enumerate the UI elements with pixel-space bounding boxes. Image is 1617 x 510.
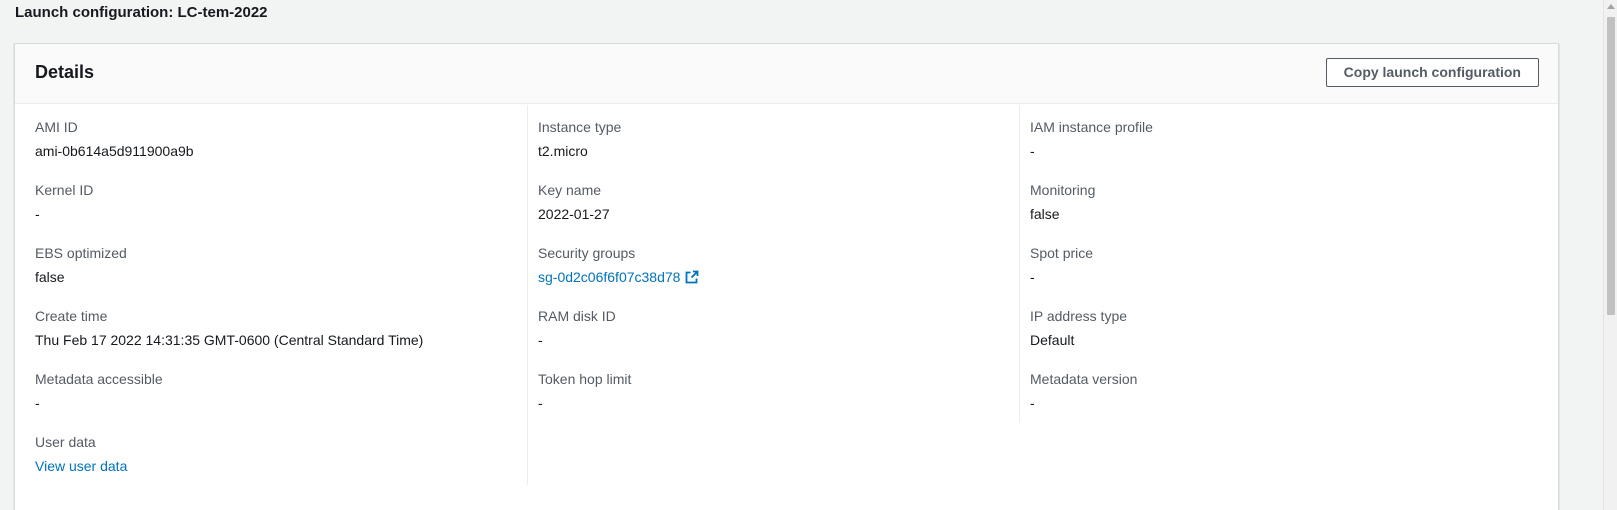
field-label: Key name — [538, 182, 602, 198]
field-iam-instance-profile: IAM instance profile - — [1030, 105, 1511, 168]
field-value: Thu Feb 17 2022 14:31:35 GMT-0600 (Centr… — [35, 332, 424, 348]
field-kernel-id: Kernel ID - — [35, 168, 527, 231]
details-column-2: Instance type t2.micro Key name 2022-01-… — [527, 105, 1019, 485]
field-ram-disk-id: RAM disk ID - — [538, 294, 1019, 357]
scroll-up-arrow-icon[interactable] — [1607, 4, 1615, 9]
field-label: EBS optimized — [35, 245, 127, 261]
vertical-scrollbar[interactable] — [1603, 0, 1617, 510]
field-value: false — [35, 269, 65, 285]
field-label: User data — [35, 434, 96, 450]
field-instance-type: Instance type t2.micro — [538, 105, 1019, 168]
page-title: Launch configuration: LC-tem-2022 — [15, 4, 268, 21]
field-create-time: Create time Thu Feb 17 2022 14:31:35 GMT… — [35, 294, 527, 357]
field-label: AMI ID — [35, 119, 78, 135]
field-value-wrapper: View user data — [35, 457, 127, 475]
field-label: Token hop limit — [538, 371, 632, 387]
field-label: Instance type — [538, 119, 622, 135]
field-value: - — [35, 206, 40, 222]
field-value: false — [1030, 206, 1060, 222]
copy-launch-configuration-button[interactable]: Copy launch configuration — [1325, 58, 1539, 87]
field-label: Security groups — [538, 245, 636, 261]
field-value: - — [538, 332, 543, 348]
field-metadata-accessible: Metadata accessible - — [35, 357, 527, 420]
field-label: Metadata version — [1030, 371, 1138, 387]
field-value-wrapper: sg-0d2c06f6f07c38d78 — [538, 268, 699, 288]
field-label: Monitoring — [1030, 182, 1096, 198]
field-value: ami-0b614a5d911900a9b — [35, 143, 194, 159]
field-key-name: Key name 2022-01-27 — [538, 168, 1019, 231]
field-label: Metadata accessible — [35, 371, 163, 387]
field-monitoring: Monitoring false — [1030, 168, 1511, 231]
field-label: IP address type — [1030, 308, 1128, 324]
field-value: - — [538, 395, 543, 411]
security-group-link[interactable]: sg-0d2c06f6f07c38d78 — [538, 269, 680, 285]
field-value: t2.micro — [538, 143, 588, 159]
details-panel: Details Copy launch configuration AMI ID… — [14, 43, 1559, 510]
field-label: RAM disk ID — [538, 308, 616, 324]
field-label: Spot price — [1030, 245, 1094, 261]
field-token-hop-limit: Token hop limit - — [538, 357, 1019, 420]
field-value: - — [1030, 143, 1035, 159]
field-security-groups: Security groups sg-0d2c06f6f07c38d78 — [538, 231, 1019, 294]
scrollbar-thumb[interactable] — [1607, 17, 1615, 315]
field-value: 2022-01-27 — [538, 206, 610, 222]
field-value: - — [1030, 395, 1035, 411]
field-value: - — [1030, 269, 1035, 285]
field-value: Default — [1030, 332, 1075, 348]
details-panel-header: Details Copy launch configuration — [15, 44, 1558, 104]
field-label: Create time — [35, 308, 108, 324]
details-column-1: AMI ID ami-0b614a5d911900a9b Kernel ID -… — [35, 105, 527, 483]
details-column-3: IAM instance profile - Monitoring false … — [1019, 105, 1511, 422]
field-ip-address-type: IP address type Default — [1030, 294, 1511, 357]
field-spot-price: Spot price - — [1030, 231, 1511, 294]
external-link-icon[interactable] — [685, 270, 699, 288]
field-ebs-optimized: EBS optimized false — [35, 231, 527, 294]
field-value: - — [35, 395, 40, 411]
field-user-data: User data View user data — [35, 420, 527, 483]
view-user-data-link[interactable]: View user data — [35, 458, 127, 474]
field-label: Kernel ID — [35, 182, 94, 198]
launch-configuration-page: Launch configuration: LC-tem-2022 Detail… — [0, 0, 1617, 510]
details-columns: AMI ID ami-0b614a5d911900a9b Kernel ID -… — [15, 105, 1558, 485]
field-label: IAM instance profile — [1030, 119, 1153, 135]
field-ami-id: AMI ID ami-0b614a5d911900a9b — [35, 105, 527, 168]
details-title: Details — [35, 62, 95, 82]
field-metadata-version: Metadata version - — [1030, 357, 1511, 420]
